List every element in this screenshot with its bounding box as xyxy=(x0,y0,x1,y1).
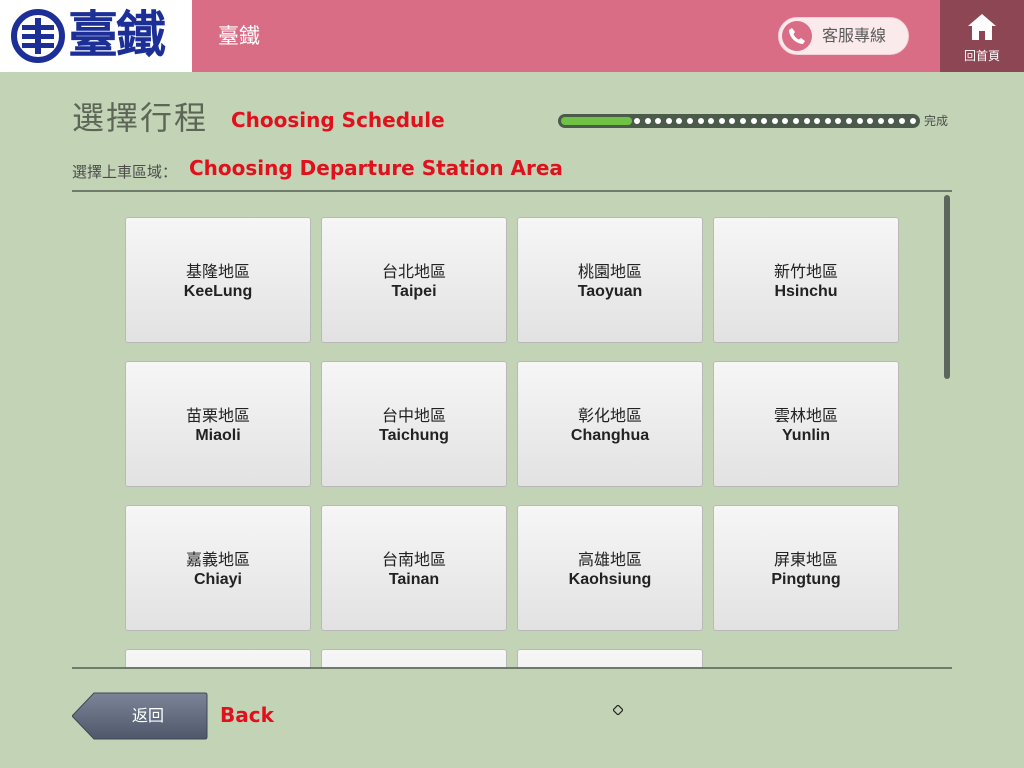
area-name-zh: 嘉義地區 xyxy=(185,550,250,569)
phone-icon xyxy=(782,21,812,51)
area-name-zh: 桃園地區 xyxy=(577,262,642,281)
progress-step-dot xyxy=(666,118,672,124)
area-button[interactable]: 基隆地區 KeeLung xyxy=(125,217,311,343)
progress-step-dot xyxy=(857,118,863,124)
area-button[interactable] xyxy=(125,649,311,667)
hotline-button[interactable]: 客服專線 xyxy=(778,17,909,55)
area-button[interactable]: 嘉義地區 Chiayi xyxy=(125,505,311,631)
header-title: 臺鐵 xyxy=(218,24,260,48)
progress-step-dot xyxy=(729,118,735,124)
area-name-zh: 彰化地區 xyxy=(577,406,642,425)
area-name-zh: 台中地區 xyxy=(381,406,446,425)
divider xyxy=(72,667,952,669)
logo-text: 臺鐵 xyxy=(68,5,166,64)
home-icon xyxy=(968,14,996,40)
section-label: 選擇上車區域： xyxy=(72,163,178,181)
progress-steps xyxy=(558,114,920,128)
area-name-en: Yunlin xyxy=(782,427,830,444)
home-label: 回首頁 xyxy=(963,49,1000,63)
area-name-en: Taoyuan xyxy=(577,283,643,300)
area-button[interactable]: 桃園地區 Taoyuan xyxy=(517,217,703,343)
section-label-en: Choosing Departure Station Area xyxy=(189,156,563,180)
area-name-zh: 基隆地區 xyxy=(185,262,250,281)
area-button[interactable]: 雲林地區 Yunlin xyxy=(713,361,899,487)
area-name-zh: 台北地區 xyxy=(381,262,446,281)
progress-step-dot xyxy=(687,118,693,124)
progress-step-dot xyxy=(825,118,831,124)
progress-step-dot xyxy=(761,118,767,124)
area-name-zh: 苗栗地區 xyxy=(185,406,250,425)
progress-step-dot xyxy=(698,118,704,124)
area-name-en: KeeLung xyxy=(183,283,253,300)
area-button[interactable]: 台中地區 Taichung xyxy=(321,361,507,487)
progress-step-dot xyxy=(740,118,746,124)
area-name-zh: 屏東地區 xyxy=(773,550,838,569)
progress-step-dot xyxy=(655,118,661,124)
progress-step-dot xyxy=(846,118,852,124)
area-button[interactable]: 新竹地區 Hsinchu xyxy=(713,217,899,343)
area-list[interactable]: 基隆地區 KeeLung 台北地區 Taipei 桃園地區 Taoyuan 新竹地區 Hsin… xyxy=(72,192,952,667)
area-button[interactable]: 台北地區 Taipei xyxy=(321,217,507,343)
page-title-en: Choosing Schedule xyxy=(231,108,445,132)
area-name-en: Kaohsiung xyxy=(568,571,652,588)
area-button[interactable]: 高雄地區 Kaohsiung xyxy=(517,505,703,631)
progress-step-dot xyxy=(676,118,682,124)
area-name-zh: 台南地區 xyxy=(381,550,446,569)
area-name-en: Changhua xyxy=(570,427,650,444)
tra-logo-icon xyxy=(11,9,65,63)
progress-step-dot xyxy=(888,118,894,124)
progress-step-dot xyxy=(782,118,788,124)
home-button[interactable]: 回首頁 xyxy=(940,0,1024,72)
area-name-zh: 雲林地區 xyxy=(773,406,838,425)
progress-step-dot xyxy=(634,118,640,124)
area-button[interactable]: 屏東地區 Pingtung xyxy=(713,505,899,631)
progress-step-dot xyxy=(751,118,757,124)
area-name-zh: 新竹地區 xyxy=(773,262,838,281)
back-label-en: Back xyxy=(220,703,274,727)
scrollbar[interactable] xyxy=(944,195,950,379)
progress-step-dot xyxy=(645,118,651,124)
area-name-zh: 高雄地區 xyxy=(577,550,642,569)
progress-end-label: 完成 xyxy=(924,114,949,128)
area-name-en: Pingtung xyxy=(771,571,841,588)
progress-step-dot xyxy=(719,118,725,124)
progress-step-dot xyxy=(835,118,841,124)
progress-step-dot xyxy=(708,118,714,124)
cursor-icon xyxy=(613,705,623,715)
back-button[interactable]: 返回 xyxy=(72,692,208,740)
header-bar: 臺鐵 臺鐵 客服專線 回首頁 xyxy=(0,0,1024,72)
progress-step-dot xyxy=(772,118,778,124)
progress-step-dot xyxy=(899,118,905,124)
area-name-en: Taipei xyxy=(391,283,437,300)
hotline-label: 客服專線 xyxy=(822,26,887,45)
area-button[interactable]: 彰化地區 Changhua xyxy=(517,361,703,487)
area-button[interactable]: 台南地區 Tainan xyxy=(321,505,507,631)
area-button[interactable]: 苗栗地區 Miaoli xyxy=(125,361,311,487)
progress-step-dot xyxy=(804,118,810,124)
area-name-en: Miaoli xyxy=(195,427,241,444)
progress-step-dot xyxy=(910,118,916,124)
progress-step-dot xyxy=(814,118,820,124)
progress-bar xyxy=(558,114,920,128)
area-name-en: Hsinchu xyxy=(774,283,838,300)
logo: 臺鐵 xyxy=(0,0,192,72)
area-button[interactable] xyxy=(321,649,507,667)
page-title: 選擇行程 xyxy=(72,99,209,137)
back-label: 返回 xyxy=(131,706,164,725)
progress-step-dot xyxy=(878,118,884,124)
area-name-en: Chiayi xyxy=(193,571,242,588)
area-button[interactable] xyxy=(517,649,703,667)
area-name-en: Taichung xyxy=(379,427,449,444)
progress-step-dot xyxy=(867,118,873,124)
area-name-en: Tainan xyxy=(388,571,440,588)
progress-step-dot xyxy=(793,118,799,124)
